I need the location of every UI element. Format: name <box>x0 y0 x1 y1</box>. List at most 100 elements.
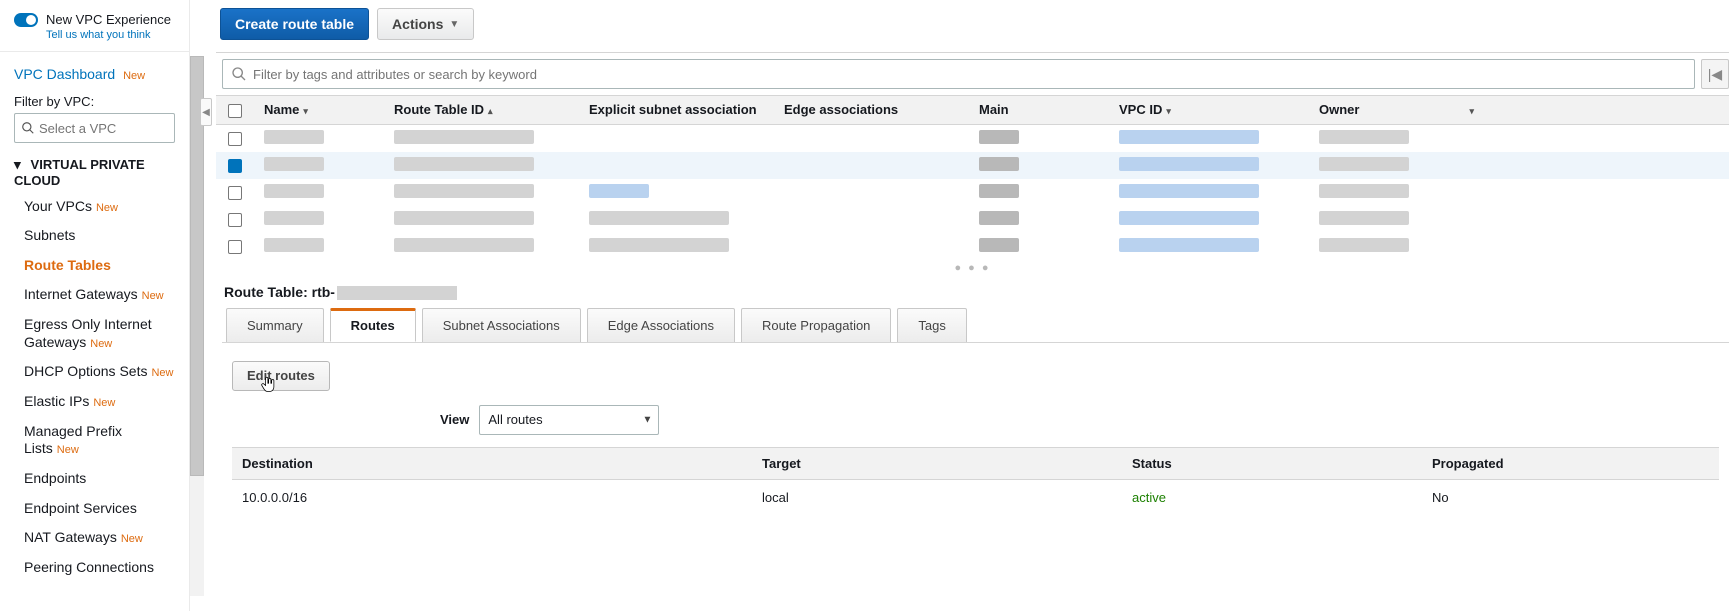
routes-panel: Edit routes View All routes ▼ Destinatio… <box>222 343 1729 515</box>
sidebar-item-internet-gateways[interactable]: Internet GatewaysNew <box>0 280 189 310</box>
sidebar-item-peering-connections[interactable]: Peering Connections <box>0 553 189 583</box>
sort-icon: ▾ <box>1166 106 1171 116</box>
redacted-cell <box>589 238 729 252</box>
sidebar-item-endpoint-services[interactable]: Endpoint Services <box>0 494 189 524</box>
redacted-id <box>337 286 457 300</box>
col-main[interactable]: Main <box>969 96 1109 125</box>
edit-routes-button[interactable]: Edit routes <box>232 361 330 391</box>
redacted-cell <box>589 184 649 198</box>
col-route-table-id[interactable]: Route Table ID <box>394 102 484 117</box>
sidebar-item-route-tables[interactable]: Route Tables <box>0 251 189 281</box>
table-row[interactable] <box>216 124 1729 152</box>
create-route-table-button[interactable]: Create route table <box>220 8 369 40</box>
row-checkbox[interactable] <box>228 159 242 173</box>
new-experience-label: New VPC Experience <box>46 12 171 27</box>
routes-table: Destination Target Status Propagated 10.… <box>232 447 1719 515</box>
redacted-cell <box>1319 211 1409 225</box>
page-prev-button[interactable]: |◀ <box>1701 59 1729 89</box>
col-explicit-assoc[interactable]: Explicit subnet association <box>579 96 774 125</box>
tab-summary[interactable]: Summary <box>226 308 324 342</box>
new-vpc-experience: New VPC Experience <box>0 8 189 27</box>
tab-tags[interactable]: Tags <box>897 308 966 342</box>
sidebar-item-label: Route Tables <box>24 257 111 273</box>
new-badge: New <box>142 290 164 302</box>
tab-routes[interactable]: Routes <box>330 308 416 342</box>
col-destination[interactable]: Destination <box>232 447 752 479</box>
chevron-down-icon: ▼ <box>642 414 652 425</box>
table-row[interactable] <box>216 233 1729 260</box>
new-badge: New <box>123 70 145 82</box>
select-all-checkbox[interactable] <box>228 104 242 118</box>
sidebar-item-egress-only-internet-gateways[interactable]: Egress Only Internet GatewaysNew <box>0 310 189 357</box>
col-name[interactable]: Name <box>264 102 299 117</box>
sidebar-collapse-handle[interactable]: ◀ <box>200 98 212 126</box>
row-checkbox[interactable] <box>228 186 242 200</box>
tell-us-link[interactable]: Tell us what you think <box>46 29 189 41</box>
sidebar-item-dhcp-options-sets[interactable]: DHCP Options SetsNew <box>0 357 189 387</box>
sidebar-item-endpoints[interactable]: Endpoints <box>0 464 189 494</box>
new-badge: New <box>151 367 173 379</box>
col-vpc-id[interactable]: VPC ID <box>1119 102 1162 117</box>
table-row[interactable] <box>216 179 1729 206</box>
row-checkbox[interactable] <box>228 240 242 254</box>
actions-label: Actions <box>392 16 443 32</box>
redacted-cell <box>979 211 1019 225</box>
cell-destination: 10.0.0.0/16 <box>232 479 752 515</box>
redacted-cell <box>1119 157 1259 171</box>
col-propagated[interactable]: Propagated <box>1422 447 1719 479</box>
tab-subnet-assoc[interactable]: Subnet Associations <box>422 308 581 342</box>
cell-propagated: No <box>1422 479 1719 515</box>
redacted-cell <box>1319 238 1409 252</box>
redacted-cell <box>264 130 324 144</box>
new-badge: New <box>57 444 79 456</box>
col-status[interactable]: Status <box>1122 447 1422 479</box>
pane-resize-handle[interactable]: ● ● ● <box>216 260 1729 274</box>
sidebar-item-elastic-ips[interactable]: Elastic IPsNew <box>0 387 189 417</box>
sort-icon: ▾ <box>303 106 308 116</box>
filter-input-wrap[interactable] <box>222 59 1695 89</box>
details-title: Route Table: rtb- <box>222 284 1729 308</box>
nav-section-vpc[interactable]: ▶ VIRTUAL PRIVATE CLOUD <box>0 151 189 192</box>
redacted-cell <box>1319 184 1409 198</box>
route-row: 10.0.0.0/16localactiveNo <box>232 479 1719 515</box>
sort-up-icon: ▴ <box>488 106 493 116</box>
sidebar-item-label: Elastic IPs <box>24 393 89 409</box>
vpc-select[interactable] <box>14 113 175 143</box>
redacted-cell <box>1119 211 1259 225</box>
new-badge: New <box>121 533 143 545</box>
table-row[interactable] <box>216 152 1729 179</box>
filter-input[interactable] <box>253 67 1686 82</box>
col-edge-assoc[interactable]: Edge associations <box>774 96 969 125</box>
details-tabs: Summary Routes Subnet Associations Edge … <box>222 308 1729 343</box>
redacted-cell <box>1119 130 1259 144</box>
vpc-dashboard-link[interactable]: VPC Dashboard New <box>0 60 189 88</box>
row-checkbox[interactable] <box>228 213 242 227</box>
new-experience-toggle[interactable] <box>14 13 38 27</box>
route-tables-grid: Name ▾ Route Table ID ▴ Explicit subnet as… <box>216 95 1729 260</box>
redacted-cell <box>1119 184 1259 198</box>
redacted-cell <box>394 157 534 171</box>
details-title-prefix: Route Table: rtb- <box>224 284 335 300</box>
sidebar-item-subnets[interactable]: Subnets <box>0 221 189 251</box>
cell-target: local <box>752 479 1122 515</box>
row-checkbox[interactable] <box>228 132 242 146</box>
sidebar-item-nat-gateways[interactable]: NAT GatewaysNew <box>0 523 189 553</box>
sort-icon: ▾ <box>1469 106 1474 116</box>
details-pane: Route Table: rtb- Summary Routes Subnet … <box>216 274 1729 515</box>
actions-button[interactable]: Actions ▼ <box>377 8 474 40</box>
sidebar-item-your-vpcs[interactable]: Your VPCsNew <box>0 192 189 222</box>
redacted-cell <box>589 211 729 225</box>
vpc-select-input[interactable] <box>39 121 168 136</box>
col-target[interactable]: Target <box>752 447 1122 479</box>
tab-edge-assoc[interactable]: Edge Associations <box>587 308 735 342</box>
redacted-cell <box>1119 238 1259 252</box>
redacted-cell <box>394 211 534 225</box>
redacted-cell <box>979 157 1019 171</box>
sidebar-item-managed-prefix-lists[interactable]: Managed Prefix ListsNew <box>0 417 189 464</box>
view-select[interactable]: All routes ▼ <box>479 405 659 435</box>
tab-route-prop[interactable]: Route Propagation <box>741 308 891 342</box>
chevron-down-icon: ▼ <box>449 19 459 30</box>
redacted-cell <box>1319 157 1409 171</box>
table-row[interactable] <box>216 206 1729 233</box>
col-owner[interactable]: Owner <box>1319 102 1359 117</box>
